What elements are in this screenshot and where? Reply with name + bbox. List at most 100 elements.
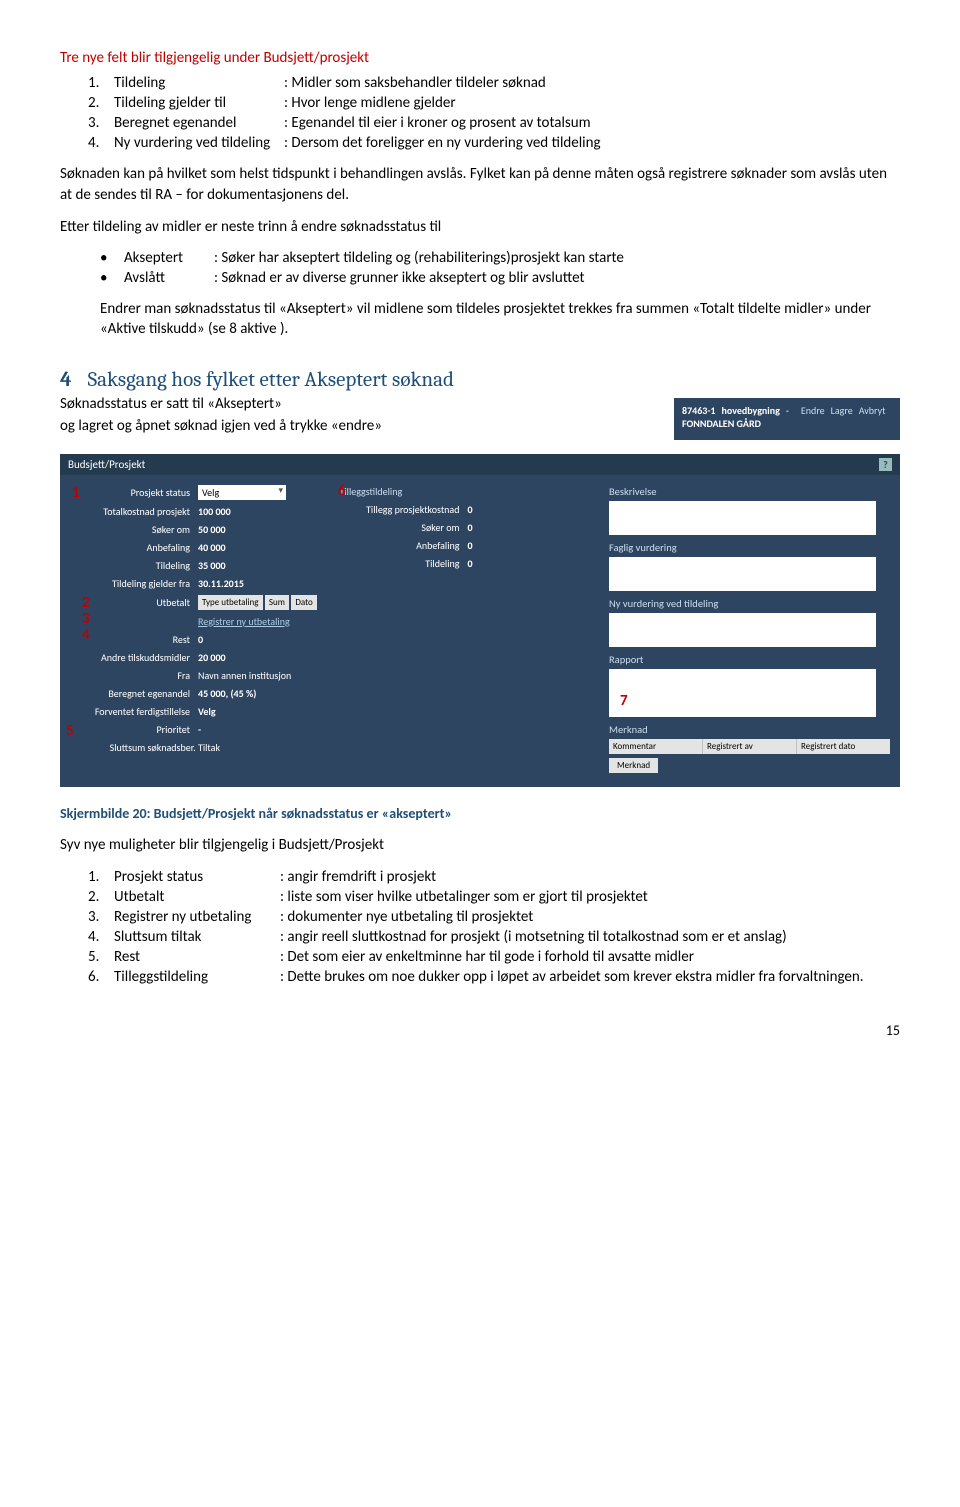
label-rapport: Rapport <box>609 653 890 666</box>
item-number: 4. <box>88 134 114 152</box>
merknad-button[interactable]: Merknad <box>609 758 658 773</box>
label-tillegg-tildeling: Tildeling <box>339 557 467 570</box>
rapport-textarea[interactable] <box>609 669 876 717</box>
lagre-button[interactable]: Lagre <box>831 404 853 417</box>
label-egenandel: Beregnet egenandel <box>70 687 198 700</box>
value-tillegg-tildeling: 0 <box>467 557 472 570</box>
label-merknad: Merknad <box>609 723 890 736</box>
utbetalt-col-sum: Sum <box>265 595 289 610</box>
value-anbefaling: 40 000 <box>198 541 226 554</box>
item-term: Registrer ny utbetaling <box>114 908 280 926</box>
item-desc: : Det som eier av enkeltminne har til go… <box>280 948 900 966</box>
item-term: Akseptert <box>124 249 214 267</box>
label-sluttsum: Sluttsum søknadsber. Tiltak <box>70 741 228 754</box>
utbetalt-col-dato: Dato <box>291 595 316 610</box>
label-anbefaling: Anbefaling <box>70 541 198 554</box>
toolbar-name2: FONNDALEN GÅRD <box>682 417 892 430</box>
list-item: 4. Ny vurdering ved tildeling : Dersom d… <box>88 134 900 152</box>
panel-right-column: Beskrivelse Faglig vurdering Ny vurderin… <box>609 485 890 773</box>
item-desc: : Dersom det foreligger en ny vurdering … <box>284 134 900 152</box>
intro-red: Tre nye felt blir tilgjengelig under Bud… <box>60 49 369 67</box>
list-item: 3. Registrer ny utbetaling : dokumenter … <box>88 908 900 926</box>
registrer-ny-utbetaling-link[interactable]: Registrer ny utbetaling <box>198 615 290 628</box>
merknad-col-registrert-dato: Registrert dato <box>797 739 890 754</box>
list-item: 1. Tildeling : Midler som saksbehandler … <box>88 74 900 92</box>
item-desc: : angir fremdrift i prosjekt <box>280 868 900 886</box>
list-item: 2. Tildeling gjelder til : Hvor lenge mi… <box>88 94 900 112</box>
page-intro: Tre nye felt blir tilgjengelig under Bud… <box>60 48 900 68</box>
item-number: 6. <box>88 968 114 986</box>
budsjett-panel: Budsjett/Prosjekt ? Prosjekt status Velg… <box>60 454 900 787</box>
item-desc: : Egenandel til eier i kroner og prosent… <box>284 114 900 132</box>
list-item: 5. Rest : Det som eier av enkeltminne ha… <box>88 948 900 966</box>
toolbar-name: hovedbygning <box>721 404 779 417</box>
item-term: Tilleggstildeling <box>114 968 280 986</box>
merknad-header: Kommentar Registrert av Registrert dato <box>609 739 890 754</box>
item-term: Tildeling gjelder til <box>114 94 284 112</box>
label-tildeling: Tildeling <box>70 559 198 572</box>
label-tildeling-gjelder-fra: Tildeling gjelder fra <box>70 577 198 590</box>
item-desc: : Midler som saksbehandler tildeler søkn… <box>284 74 900 92</box>
item-desc: : Dette brukes om noe dukker opp i løpet… <box>280 968 900 986</box>
label-ferdigstillelse: Forventet ferdigstillelse <box>70 705 198 718</box>
value-rest: 0 <box>198 633 203 646</box>
value-prioritet: - <box>198 723 201 736</box>
item-number: 4. <box>88 928 114 946</box>
list-item: 6. Tilleggstildeling : Dette brukes om n… <box>88 968 900 986</box>
avbryt-button[interactable]: Avbryt <box>859 404 886 417</box>
label-tillegg-soker-om: Søker om <box>339 521 467 534</box>
field-list-2: 1. Prosjekt status : angir fremdrift i p… <box>88 868 900 986</box>
label-fra: Fra <box>70 669 198 682</box>
item-desc: : Søknad er av diverse grunner ikke akse… <box>214 269 900 287</box>
toolbar-id: 87463-1 <box>682 404 715 417</box>
label-tilleggstildeling: Tilleggstildeling <box>339 485 410 498</box>
field-list-1: 1. Tildeling : Midler som saksbehandler … <box>88 74 900 152</box>
help-icon[interactable]: ? <box>879 458 892 471</box>
paragraph: Søknaden kan på hvilket som helst tidspu… <box>60 164 900 205</box>
item-term: Sluttsum tiltak <box>114 928 280 946</box>
item-term: Tildeling <box>114 74 284 92</box>
section-heading: 4Saksgang hos fylket etter Akseptert søk… <box>60 368 900 392</box>
mini-toolbar: 87463-1 hovedbygning - Endre Lagre Avbry… <box>674 398 900 440</box>
item-term: Avslått <box>124 269 214 287</box>
label-beskrivelse: Beskrivelse <box>609 485 890 498</box>
prosjekt-status-select[interactable]: Velg <box>198 485 286 500</box>
ny-vurdering-textarea[interactable] <box>609 613 876 647</box>
item-number: 3. <box>88 114 114 132</box>
value-totalkostnad: 100 000 <box>198 505 231 518</box>
faglig-vurdering-textarea[interactable] <box>609 557 876 591</box>
list-item: 3. Beregnet egenandel : Egenandel til ei… <box>88 114 900 132</box>
list-item: 2. Utbetalt : liste som viser hvilke utb… <box>88 888 900 906</box>
bullet-list: • Akseptert : Søker har akseptert tildel… <box>100 249 900 287</box>
annotation-4: 4 <box>82 626 90 644</box>
item-number: 1. <box>88 868 114 886</box>
label-tillegg-prosjektkostnad: Tillegg prosjektkostnad <box>339 503 467 516</box>
item-term: Ny vurdering ved tildeling <box>114 134 284 152</box>
endre-button[interactable]: Endre <box>801 404 825 417</box>
value-tildeling-gjelder-fra: 30.11.2015 <box>198 577 244 590</box>
panel-title-text: Budsjett/Prosjekt <box>68 458 145 471</box>
annotation-1: 1 <box>72 484 80 502</box>
merknad-col-registrert-av: Registrert av <box>703 739 797 754</box>
value-tillegg-soker-om: 0 <box>467 521 472 534</box>
label-prosjekt-status: Prosjekt status <box>70 486 198 499</box>
utbetalt-col-type: Type utbetaling <box>198 595 263 610</box>
item-number: 3. <box>88 908 114 926</box>
item-term: Rest <box>114 948 280 966</box>
annotation-5: 5 <box>66 722 74 740</box>
beskrivelse-textarea[interactable] <box>609 501 876 535</box>
label-faglig-vurdering: Faglig vurdering <box>609 541 890 554</box>
value-tillegg-prosjektkostnad: 0 <box>467 503 472 516</box>
item-desc: : Hvor lenge midlene gjelder <box>284 94 900 112</box>
separator: - <box>786 404 789 417</box>
list-item: 4. Sluttsum tiltak : angir reell sluttko… <box>88 928 900 946</box>
label-soker-om: Søker om <box>70 523 198 536</box>
item-term: Beregnet egenandel <box>114 114 284 132</box>
section-number: 4 <box>60 368 72 392</box>
item-number: 2. <box>88 888 114 906</box>
panel-mid-column: Tilleggstildeling Tillegg prosjektkostna… <box>339 485 594 773</box>
value-tillegg-anbefaling: 0 <box>467 539 472 552</box>
list-item: • Avslått : Søknad er av diverse grunner… <box>100 269 900 287</box>
paragraph: Etter tildeling av midler er neste trinn… <box>60 217 900 237</box>
merknad-col-kommentar: Kommentar <box>609 739 703 754</box>
